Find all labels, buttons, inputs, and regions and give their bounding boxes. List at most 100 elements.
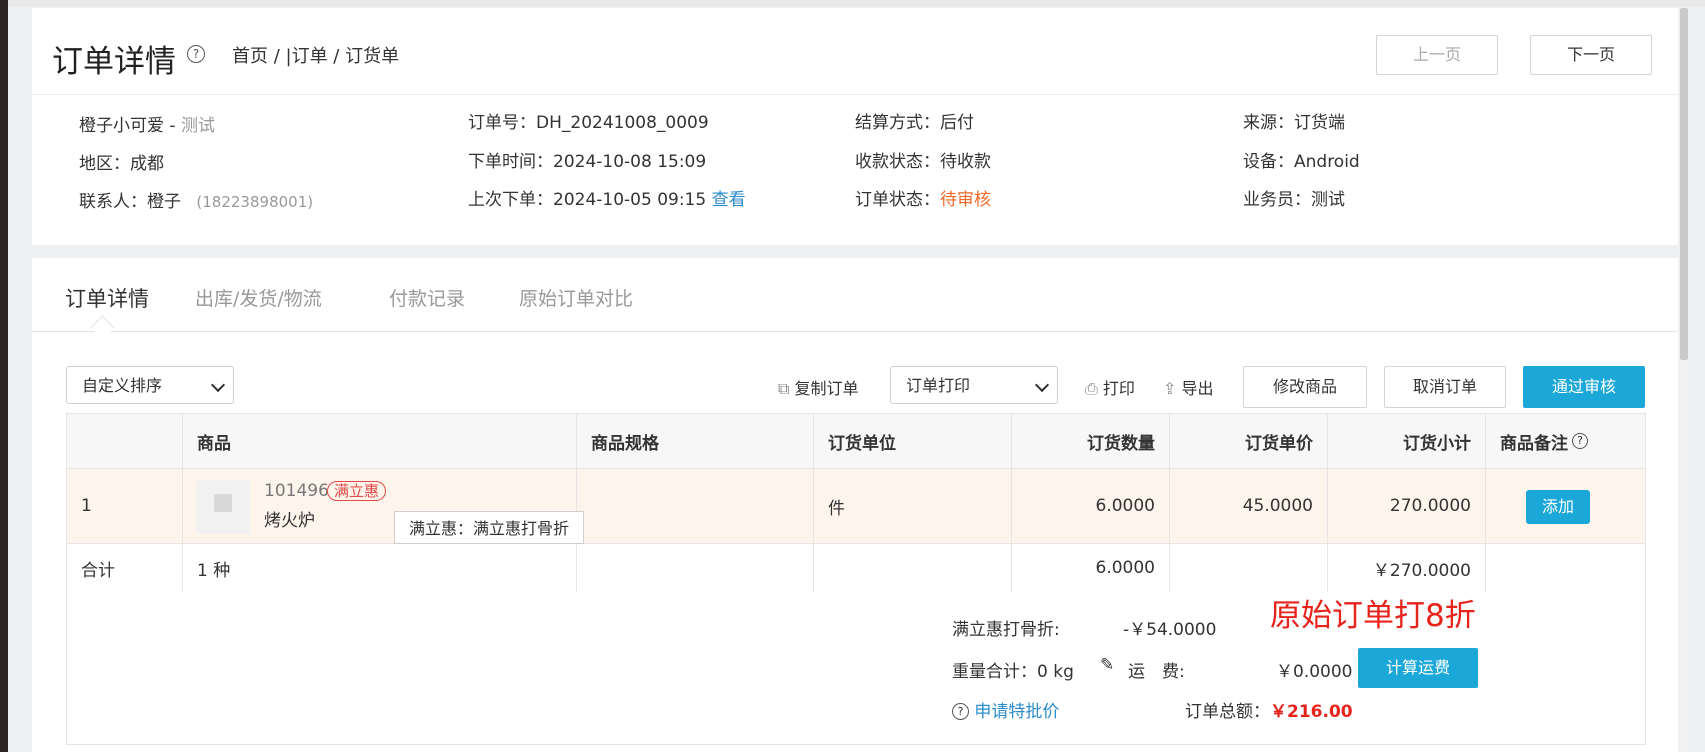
header-remark: 商品备注 ? [1486, 414, 1643, 468]
freight-value: ￥0.0000 [1276, 662, 1353, 682]
total-remark [1486, 544, 1643, 592]
help-icon: ? [952, 703, 969, 720]
chevron-down-icon [1034, 377, 1050, 393]
order-source: 来源：订货端 [1243, 113, 1345, 133]
calc-freight-button[interactable]: 计算运费 [1358, 648, 1478, 688]
header-unit: 订货单位 [814, 414, 1012, 468]
order-status-value: 待审核 [940, 190, 991, 210]
product-name[interactable]: 烤火炉 [264, 506, 315, 531]
table-total-row: 合计 1 种 6.0000 ￥270.0000 [67, 544, 1645, 593]
last-order-text: 上次下单：2024-10-05 09:15 [468, 190, 707, 210]
page-title: 订单详情 [52, 44, 176, 80]
tab-original-compare[interactable]: 原始订单对比 [519, 284, 633, 311]
chevron-down-icon [210, 377, 226, 393]
print-label: 打印 [1102, 379, 1135, 398]
copy-order-button[interactable]: ⧉ 复制订单 [778, 375, 859, 399]
total-price [1170, 544, 1328, 592]
printer-icon: ⎙ [1085, 379, 1098, 398]
order-total: 订单总额：￥216.00 [1185, 697, 1353, 722]
upload-icon: ⇪ [1163, 379, 1177, 398]
edit-goods-button[interactable]: 修改商品 [1243, 366, 1367, 408]
breadcrumb[interactable]: 首页 / |订单 / 订货单 [232, 42, 399, 68]
print-template-select[interactable]: 订单打印 [890, 366, 1058, 404]
contact-phone: (18223898001) [196, 193, 314, 211]
promo-tooltip: 满立惠：满立惠打骨折 [394, 511, 584, 544]
print-select-value: 订单打印 [906, 376, 971, 395]
original-order-note: 原始订单打8折 [1270, 598, 1476, 634]
payment-status: 收款状态：待收款 [855, 152, 991, 172]
product-code: 101496 [264, 481, 329, 501]
print-button[interactable]: ⎙ 打印 [1085, 375, 1135, 399]
total-unit [814, 544, 1012, 592]
bag-icon [214, 494, 232, 512]
edit-icon[interactable]: ✎ [1100, 655, 1114, 675]
freight-label: 运 费: [1128, 662, 1185, 682]
page-header: 订单详情 ? 首页 / |订单 / 订货单 上一页 下一页 [32, 8, 1678, 95]
add-remark-button[interactable]: 添加 [1526, 490, 1590, 524]
device: 设备：Android [1243, 152, 1360, 172]
discount-value: -￥54.0000 [1123, 620, 1217, 640]
total-spec [577, 544, 814, 592]
total-subtotal: ￥270.0000 [1328, 544, 1486, 592]
salesman: 业务员：测试 [1243, 190, 1345, 210]
scrollbar-thumb[interactable] [1680, 8, 1688, 360]
export-button[interactable]: ⇪ 导出 [1163, 375, 1214, 399]
help-icon[interactable]: ? [1572, 433, 1588, 449]
customer-text: 橙子小可爱 [79, 116, 164, 136]
copy-icon: ⧉ [778, 379, 790, 398]
top-edge [8, 0, 1705, 7]
region: 地区：成都 [79, 154, 164, 174]
row-qty: 6.0000 [1012, 469, 1170, 543]
contact-text: 联系人：橙子 [79, 192, 181, 212]
header-remark-label: 商品备注 [1500, 433, 1568, 454]
window-edge [0, 0, 8, 752]
sort-select[interactable]: 自定义排序 [66, 366, 234, 404]
tab-bar: 订单详情 出库/发货/物流 付款记录 原始订单对比 [32, 258, 1678, 340]
tab-order-detail[interactable]: 订单详情 [65, 283, 149, 313]
approve-button[interactable]: 通过审核 [1523, 366, 1645, 408]
header-spec: 商品规格 [577, 414, 814, 468]
row-subtotal: 270.0000 [1328, 469, 1486, 543]
next-page-button[interactable]: 下一页 [1530, 35, 1652, 75]
special-price-label: 申请特批价 [974, 702, 1060, 722]
header-index [67, 414, 183, 468]
cancel-order-button[interactable]: 取消订单 [1384, 366, 1506, 408]
contact: 联系人：橙子 (18223898001) [79, 187, 313, 212]
order-total-value: ￥216.00 [1270, 702, 1353, 722]
order-time: 下单时间：2024-10-08 15:09 [468, 152, 707, 172]
header-subtotal: 订货小计 [1328, 414, 1486, 468]
goods-table: 商品 商品规格 订货单位 订货数量 订货单价 订货小计 商品备注 ? 1 件 6… [66, 413, 1646, 593]
customer-tag: 测试 [180, 116, 215, 136]
last-order: 上次下单：2024-10-05 09:15 查看 [468, 185, 746, 210]
total-qty: 6.0000 [1012, 544, 1170, 592]
tab-payment-records[interactable]: 付款记录 [389, 284, 465, 311]
header-goods: 商品 [183, 414, 577, 468]
view-last-order-link[interactable]: 查看 [712, 190, 746, 210]
prev-page-button[interactable]: 上一页 [1376, 35, 1498, 75]
order-total-label: 订单总额： [1185, 702, 1270, 722]
copy-order-label: 复制订单 [794, 379, 859, 398]
help-icon[interactable]: ? [187, 45, 205, 63]
order-status-label: 订单状态： [855, 190, 940, 210]
special-price-link[interactable]: ? 申请特批价 [952, 697, 1059, 722]
order-info-panel: 橙子小可爱 - 测试 地区：成都 联系人：橙子 (18223898001) 订单… [32, 95, 1678, 245]
row-index: 1 [67, 469, 183, 543]
order-status: 订单状态：待审核 [855, 185, 991, 210]
weight-total: 重量合计：0 kg [952, 662, 1074, 682]
total-kinds: 1 种 [183, 544, 577, 592]
header-price: 订货单价 [1170, 414, 1328, 468]
discount-label: 满立惠打骨折: [952, 620, 1060, 640]
settle-method: 结算方式：后付 [855, 113, 974, 133]
customer-separator: - [164, 116, 181, 136]
header-qty: 订货数量 [1012, 414, 1170, 468]
order-no: 订单号：DH_20241008_0009 [468, 113, 709, 133]
tab-shipping[interactable]: 出库/发货/物流 [195, 284, 322, 311]
export-label: 导出 [1181, 379, 1214, 398]
customer-name: 橙子小可爱 - 测试 [79, 111, 215, 136]
promo-badge[interactable]: 满立惠 [327, 481, 387, 501]
total-label: 合计 [67, 544, 183, 592]
row-spec [577, 469, 814, 543]
active-tab-indicator [90, 315, 115, 340]
table-header-row: 商品 商品规格 订货单位 订货数量 订货单价 订货小计 商品备注 ? [67, 414, 1645, 469]
sort-select-value: 自定义排序 [82, 376, 163, 395]
